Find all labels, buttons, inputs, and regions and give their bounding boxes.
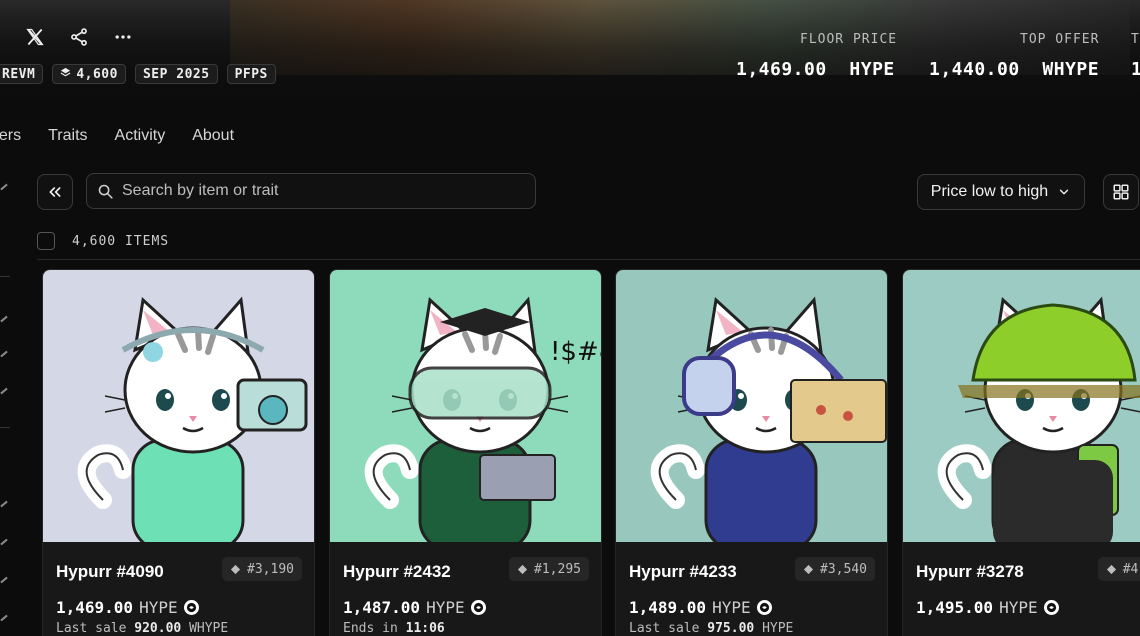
chevron-down-icon (1059, 189, 1069, 195)
date-chip: SEP 2025 (134, 64, 218, 84)
nft-image (903, 270, 1140, 542)
checkmark-icon[interactable] (0, 315, 8, 323)
diamond-icon (1106, 564, 1116, 574)
tab-holders[interactable]: ders (0, 127, 21, 145)
nft-price: 1,469.00 HYPE (56, 598, 199, 617)
hype-token-icon (470, 600, 486, 615)
grid-icon (1113, 184, 1129, 200)
floor-price-label: FLOOR PRICE (800, 32, 898, 47)
select-all-checkbox[interactable] (37, 232, 55, 250)
search-bar[interactable] (86, 173, 536, 209)
nft-image-container (903, 270, 1140, 542)
nft-card[interactable]: !$#& Hypurr #2432 #1,295 1,487.00 HYPE E… (329, 269, 602, 636)
nft-name: Hypurr #3278 (916, 562, 1024, 581)
diamond-icon (517, 564, 528, 574)
nft-card[interactable]: Hypurr #4090 #3,190 1,469.00 HYPE Last s… (42, 269, 315, 636)
nft-price: 1,495.00 HYPE (916, 598, 1059, 617)
nft-name: Hypurr #2432 (343, 562, 451, 581)
checkmark-icon[interactable] (0, 614, 8, 622)
hype-token-icon (756, 600, 772, 615)
nft-image (43, 270, 314, 542)
sort-label: Price low to high (930, 183, 1049, 200)
top-offer-value: 1,440.00 WHYPE (929, 59, 1100, 80)
collapse-filters-button[interactable] (37, 174, 73, 210)
hype-token-icon (183, 600, 199, 615)
collection-chips: REVM 4,600 SEP 2025 PFPS (0, 64, 276, 84)
collection-hero: REVM 4,600 SEP 2025 PFPS FLOOR PRICE 1,4… (0, 0, 1140, 108)
filter-panel-edge (0, 170, 12, 636)
sale-info: Last sale 920.00 WHYPE (56, 621, 229, 636)
rarity-rank-badge: #4,2 (1097, 557, 1140, 581)
nft-image-container (616, 270, 887, 542)
search-input[interactable] (122, 182, 522, 200)
checkmark-icon[interactable] (0, 576, 8, 584)
layers-icon (60, 67, 71, 82)
nft-image (616, 270, 887, 542)
card-info: Hypurr #4233 #3,540 1,489.00 HYPE Last s… (616, 542, 887, 636)
tab-activity[interactable]: Activity (115, 127, 166, 145)
hype-token-icon (1043, 600, 1059, 615)
rarity-rank-badge: #3,540 (795, 557, 875, 581)
category-chip: PFPS (226, 64, 276, 84)
collection-tabs: ders Traits Activity About (0, 127, 234, 145)
nft-image-container (43, 270, 314, 542)
supply-chip: 4,600 (52, 64, 126, 84)
items-header: 4,600 ITEMS (37, 232, 169, 250)
chevron-up-icon[interactable] (0, 183, 8, 191)
more-options-icon[interactable] (108, 22, 138, 52)
chain-chip: REVM (0, 64, 44, 84)
hero-actions (20, 22, 138, 52)
nft-card[interactable]: Hypurr #3278 #4,2 1,495.00 HYPE (902, 269, 1140, 636)
sale-info: Ends in 11:06 (343, 621, 445, 636)
grid-view-button[interactable] (1103, 174, 1139, 210)
nft-name: Hypurr #4090 (56, 562, 164, 581)
card-info: Hypurr #3278 #4,2 1,495.00 HYPE (903, 542, 1140, 636)
card-info: Hypurr #2432 #1,295 1,487.00 HYPE Ends i… (330, 542, 601, 636)
items-count: 4,600 ITEMS (72, 233, 170, 249)
search-icon (98, 184, 113, 199)
diamond-icon (230, 564, 241, 574)
nft-name: Hypurr #4233 (629, 562, 737, 581)
checkmark-icon[interactable] (0, 387, 8, 395)
tab-traits[interactable]: Traits (48, 127, 87, 145)
share-icon[interactable] (64, 22, 94, 52)
checkmark-icon[interactable] (0, 500, 8, 508)
top-offer-label: TOP OFFER (1020, 32, 1100, 47)
tab-about[interactable]: About (192, 127, 234, 145)
rarity-rank-badge: #3,190 (222, 557, 302, 581)
floor-price-value: 1,469.00 HYPE (736, 59, 895, 80)
svg-text:!$#&: !$#& (550, 337, 601, 367)
card-info: Hypurr #4090 #3,190 1,469.00 HYPE Last s… (43, 542, 314, 636)
nft-price: 1,489.00 HYPE (629, 598, 772, 617)
nft-image-container: !$#& (330, 270, 601, 542)
third-stat-value: 1 (1131, 59, 1140, 80)
checkmark-icon[interactable] (0, 350, 8, 358)
rarity-rank-badge: #1,295 (509, 557, 589, 581)
sort-dropdown[interactable]: Price low to high (917, 174, 1085, 210)
checkmark-icon[interactable] (0, 538, 8, 546)
x-social-icon[interactable] (20, 22, 50, 52)
diamond-icon (803, 564, 814, 574)
double-chevron-left-icon (49, 187, 61, 197)
nft-image: !$#& (330, 270, 601, 542)
nft-price: 1,487.00 HYPE (343, 598, 486, 617)
sale-info: Last sale 975.00 HYPE (629, 621, 794, 636)
third-stat-label: T (1131, 32, 1140, 47)
nft-card[interactable]: Hypurr #4233 #3,540 1,489.00 HYPE Last s… (615, 269, 888, 636)
